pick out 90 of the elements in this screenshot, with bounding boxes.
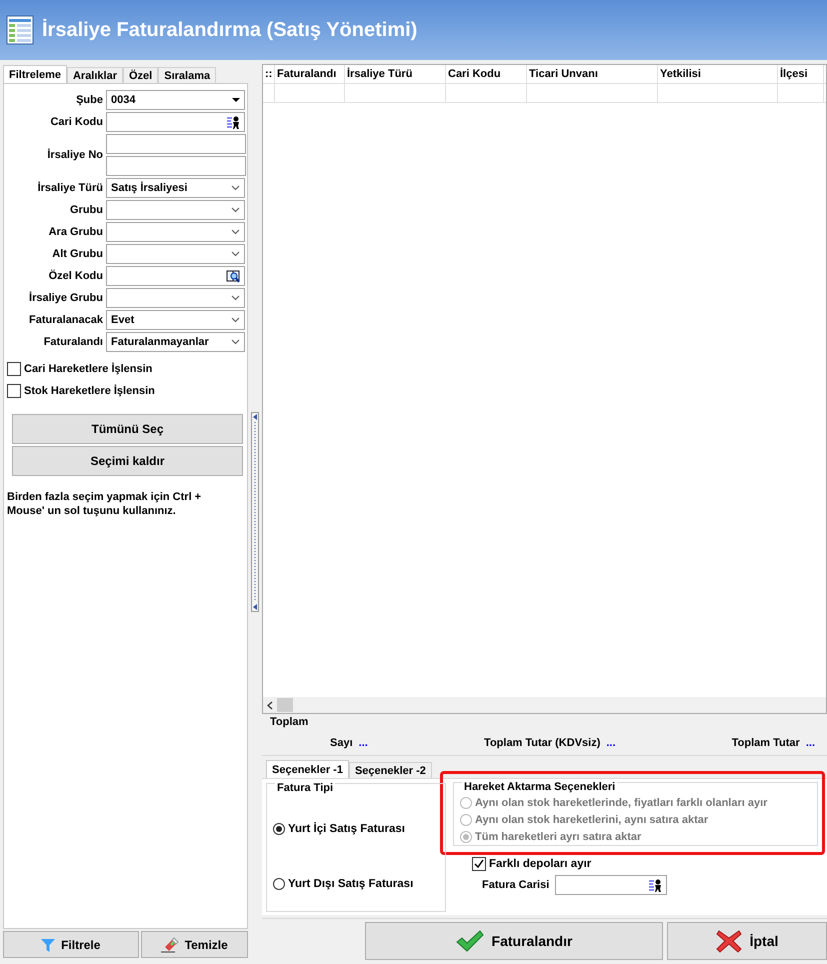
group-title: Toplam (270, 716, 310, 728)
person-icon (226, 115, 240, 129)
column-header[interactable]: İlçesi (778, 65, 824, 83)
field-label: Faturalandı (42, 336, 103, 348)
total-label: Toplam Tutar (KDVsiz) (484, 737, 600, 749)
column-header[interactable]: Faturalandı (275, 65, 345, 83)
cancel-button[interactable]: İptal (667, 922, 827, 960)
field-value: 0034 (111, 94, 136, 106)
chevron-icon (231, 251, 240, 257)
total-value: ... (806, 737, 815, 749)
lookup-field[interactable] (106, 266, 245, 286)
field-label: Cari Kodu (49, 116, 103, 128)
eraser-icon (160, 936, 179, 952)
tab[interactable]: Aralıklar (66, 67, 123, 83)
tab[interactable]: Özel (123, 67, 158, 83)
close-icon (716, 929, 742, 953)
checkbox-label: Stok Hareketlere İşlensin (24, 385, 155, 397)
radio-label: Aynı olan stok hareketlerinde, fiyatları farklı olanları ayır (475, 797, 768, 809)
checkbox-label: Farklı depoları ayır (489, 858, 592, 870)
lookup-field[interactable] (106, 112, 245, 132)
group-title: Hareket Aktarma Seçenekleri (462, 781, 618, 793)
field-label: Faturalanacak (28, 314, 103, 326)
tab[interactable]: Seçenekler -2 (348, 762, 432, 778)
check-icon (456, 930, 484, 952)
scroll-left-icon (267, 700, 273, 710)
splitter-handle[interactable] (251, 412, 259, 612)
radio-button[interactable] (273, 823, 285, 836)
scrollbar-thumb[interactable] (277, 698, 293, 712)
column-header[interactable]: Yetkilisi (658, 65, 778, 83)
radio-label: Yurt Dışı Satış Faturası (288, 878, 414, 890)
chevron-icon (231, 317, 240, 323)
field-label: Ara Grubu (48, 226, 103, 238)
invoice-button[interactable]: Faturalandır (365, 922, 663, 960)
dropdown[interactable]: Satış İrsaliyesi (106, 178, 245, 198)
triangle-icon (232, 98, 240, 102)
tab[interactable]: Seçenekler -1 (266, 760, 349, 778)
lookup-field[interactable] (555, 875, 668, 895)
field-label: İrsaliye No (46, 149, 103, 161)
field-value: Evet (111, 314, 134, 326)
chevron-icon (231, 207, 240, 213)
table-icon (6, 15, 34, 45)
filter-icon (41, 938, 56, 952)
select-button[interactable]: Seçimi kaldır (12, 446, 243, 476)
total-value: ... (606, 737, 616, 749)
dropdown[interactable] (106, 222, 245, 242)
book-search-icon (226, 269, 240, 283)
dropdown[interactable]: Evet (106, 310, 245, 330)
checkbox[interactable] (7, 384, 21, 398)
chevron-icon (231, 339, 240, 345)
chevron-icon (231, 229, 240, 235)
total-label: Toplam Tutar (732, 737, 800, 749)
field-label: Fatura Carisi (482, 879, 550, 891)
checkbox-label: Cari Hareketlere İşlensin (24, 363, 152, 375)
field-label: Grubu (69, 204, 103, 216)
chevron-icon (231, 295, 240, 301)
row-indicator: :: (263, 65, 275, 83)
filter-button[interactable]: Filtrele (3, 931, 139, 958)
radio-button[interactable] (273, 878, 285, 890)
radio-label: Yurt İçi Satış Faturası (288, 823, 405, 836)
field-value: Satış İrsaliyesi (111, 182, 188, 194)
total-label: Sayı (330, 737, 353, 749)
person-icon (648, 878, 662, 892)
input-field[interactable] (106, 134, 246, 154)
hint-text: Birden fazla seçim yapmak için Ctrl + Mouse' un sol tuşunu kullanınız. (7, 490, 202, 518)
checkbox[interactable] (7, 362, 21, 376)
checkbox[interactable] (472, 857, 486, 871)
field-label: İrsaliye Grubu (28, 292, 103, 304)
radio-label: Aynı olan stok hareketlerini, aynı satıra aktar (475, 814, 708, 826)
column-header[interactable]: Ticari Unvanı (527, 65, 658, 83)
radio-label: Tüm hareketleri ayrı satıra aktar (475, 831, 642, 843)
field-label: Özel Kodu (48, 270, 103, 282)
field-label: Alt Grubu (51, 248, 103, 260)
tab[interactable]: Filtreleme (3, 65, 67, 83)
dropdown[interactable]: Faturalanmayanlar (106, 332, 245, 352)
field-label: İrsaliye Türü (36, 182, 103, 194)
dropdown[interactable] (106, 200, 245, 220)
input-field[interactable] (106, 156, 246, 176)
chevron-icon (231, 185, 240, 191)
select-button[interactable]: Tümünü Seç (12, 414, 243, 444)
column-header[interactable]: Cari Kodu (446, 65, 527, 83)
dropdown[interactable]: 0034 (106, 90, 245, 110)
check-icon (474, 859, 484, 869)
field-value: Faturalanmayanlar (111, 336, 209, 348)
tab[interactable]: Sıralama (158, 67, 216, 83)
column-header[interactable]: İrsaliye Türü (345, 65, 446, 83)
total-value: ... (358, 737, 368, 749)
window-title: İrsaliye Faturalandırma (Satış Yönetimi) (42, 18, 418, 42)
field-label: Şube (75, 94, 103, 106)
clear-button[interactable]: Temizle (140, 931, 248, 958)
group-title: Fatura Tipi (275, 782, 336, 794)
